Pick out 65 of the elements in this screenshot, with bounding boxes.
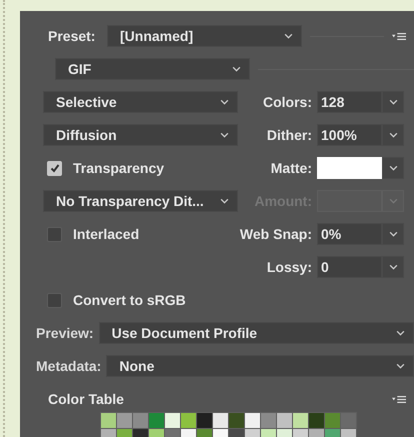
dropdown-value: Selective [56,94,117,110]
dropdown-value: None [119,358,154,374]
dropdown-value: Use Document Profile [112,325,258,341]
chevron-icon [388,165,398,171]
section-title: Color Table [48,391,125,407]
preview-label: Preview: [36,325,94,341]
dropdown-value: [Unnamed] [120,28,194,44]
checkbox-label: Transparency [73,160,164,176]
color-swatch[interactable] [149,413,164,428]
color-swatch[interactable] [309,413,324,428]
preset-label: Preset: [48,28,96,44]
menu-icon[interactable] [392,32,406,40]
field-label: Colors: [262,94,312,110]
color-swatch[interactable] [165,413,180,428]
dropdown[interactable]: Diffusion [43,124,238,146]
color-swatch[interactable] [293,413,308,428]
field-label: Matte: [270,160,312,176]
color-swatch[interactable] [317,157,382,179]
dropdown-value: No Transparency Dit... [56,193,204,209]
dropdown-value: GIF [68,61,92,77]
color-swatch[interactable] [101,413,116,428]
color-swatch[interactable] [213,413,228,428]
color-swatch[interactable] [229,413,244,428]
chevron-icon [220,132,229,138]
color-swatch[interactable] [133,413,148,428]
field-label: Lossy: [266,259,312,275]
color-swatch[interactable] [261,413,276,428]
color-swatch[interactable] [245,413,260,428]
chevron-icon [388,231,398,237]
field-value: 100% [321,127,357,143]
dropdown[interactable]: No Transparency Dit... [43,190,238,212]
chevron-icon [388,132,398,138]
chevron-icon [388,99,398,105]
color-swatch[interactable] [277,413,292,428]
checkbox-label: Convert to sRGB [73,292,186,308]
metadata-label: Metadata: [36,358,102,374]
chevron-icon [284,33,293,39]
color-swatch[interactable] [181,413,196,428]
menu-icon[interactable] [392,394,406,404]
chevron-icon [220,99,229,105]
dropdown-value: Diffusion [56,127,117,143]
color-swatch[interactable] [325,413,340,428]
chevron-icon [220,198,229,204]
dropdown[interactable]: Selective [43,91,238,113]
checkbox[interactable] [47,292,62,308]
field-value: 0% [321,226,342,242]
dropdown[interactable]: Use Document Profile [98,322,414,344]
field-value: 128 [321,94,344,110]
chevron-icon [396,363,405,369]
combo-field[interactable] [317,157,404,179]
color-swatch[interactable] [197,413,212,428]
checkbox-label: Interlaced [73,226,140,242]
color-swatch[interactable] [341,413,356,428]
field-value: 0 [321,259,329,275]
chevron-icon [388,264,398,270]
field-label: Web Snap: [238,226,312,242]
dropdown[interactable]: [Unnamed] [107,25,302,47]
chevron-icon [388,198,398,204]
checkbox[interactable] [47,226,62,242]
dropdown[interactable]: None [106,355,414,377]
dropdown[interactable]: GIF [55,58,250,80]
field-label: Dither: [266,127,312,143]
color-swatch[interactable] [117,413,132,428]
chevron-icon [232,66,241,72]
chevron-icon [396,330,405,336]
